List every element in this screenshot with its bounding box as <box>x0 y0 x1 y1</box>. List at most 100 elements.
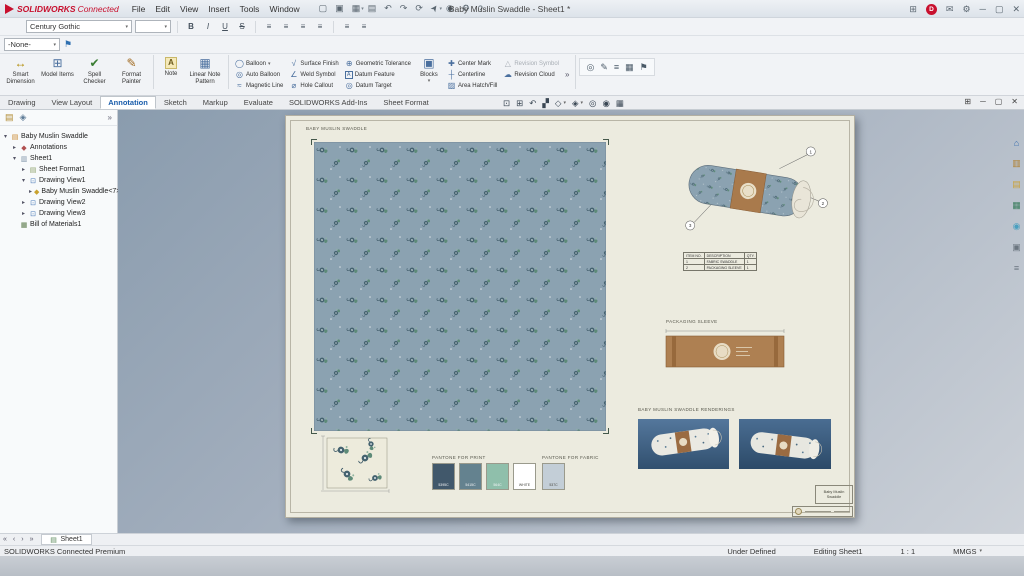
bom-table[interactable]: ITEM NO. DESCRIPTION QTY. 1 FABRIC SWADD… <box>683 252 757 271</box>
menu-insert[interactable]: Insert <box>203 4 234 14</box>
tab-solidworks-add-ins[interactable]: SOLIDWORKS Add-Ins <box>281 96 375 109</box>
pattern-detail-view[interactable] <box>319 434 394 494</box>
status-units[interactable]: MMGS ▾ <box>953 547 982 556</box>
auto-balloon-button[interactable]: ◎ Auto Balloon <box>235 69 283 80</box>
fabric-swatch-view[interactable] <box>314 142 606 431</box>
menu-tools[interactable]: Tools <box>235 4 265 14</box>
hole-callout-button[interactable]: ⌀ Hole Callout <box>289 80 338 91</box>
tab-drawing[interactable]: Drawing <box>0 96 44 109</box>
scene-icon[interactable]: ▦ <box>616 98 624 109</box>
style-select[interactable]: -None- ▾ <box>4 38 60 51</box>
zoom-area-icon[interactable]: ⊞ <box>516 98 523 109</box>
tree-item-sheet-format1[interactable]: ▸ ▤ Sheet Format1 <box>2 164 115 175</box>
area-hatch-button[interactable]: ▨ Area Hatch/Fill <box>447 80 497 91</box>
tree-item-root[interactable]: ▾ ▤ Baby Muslin Swaddle <box>2 131 115 142</box>
bom-row[interactable]: 2 PACKAGING SLEEVE 1 <box>684 265 757 271</box>
doc-minimize-icon[interactable]: ─ <box>980 97 986 106</box>
tab-evaluate[interactable]: Evaluate <box>236 96 281 109</box>
previous-view-icon[interactable]: ↶ <box>529 98 536 109</box>
font-size-select[interactable]: ▾ <box>135 20 171 33</box>
flag-note-icon[interactable]: ⚑ <box>640 62 648 73</box>
new-icon[interactable]: ▢ <box>315 3 332 14</box>
zoom-fit-icon[interactable]: ⊡ <box>503 98 510 109</box>
pantone-chip[interactable]: WHITE <box>513 463 536 490</box>
markup-pencil-icon[interactable]: ✎ <box>600 62 608 73</box>
last-sheet-icon[interactable]: » <box>27 536 37 543</box>
center-mark-button[interactable]: ✚ Center Mark <box>447 58 497 69</box>
home-icon[interactable]: ⌂ <box>1014 138 1019 148</box>
panes-icon[interactable]: ⊞ <box>964 97 971 106</box>
graphics-area[interactable]: BABY MUSLIN SWADDLE <box>118 110 1024 533</box>
rebuild-icon[interactable]: ⟳ <box>411 3 427 14</box>
drawing-sheet[interactable]: BABY MUSLIN SWADDLE <box>285 115 855 518</box>
panel-flyout-icon[interactable]: » <box>108 113 112 122</box>
weld-symbol-button[interactable]: ∠ Weld Symbol <box>289 69 338 80</box>
menu-edit[interactable]: Edit <box>150 4 175 14</box>
view-palette-icon[interactable]: ▦ <box>1012 200 1021 211</box>
tables-icon[interactable]: ▦ <box>625 62 634 73</box>
expander-icon[interactable]: ▾ <box>11 155 18 162</box>
datum-target-button[interactable]: ◎ Datum Target <box>345 80 411 91</box>
close-icon[interactable]: ✕ <box>1012 4 1020 15</box>
hide-show-items-icon[interactable]: ◎ <box>589 98 596 109</box>
pantone-chip[interactable]: 537C <box>542 463 565 490</box>
prev-sheet-icon[interactable]: ‹ <box>10 536 18 543</box>
tab-view-layout[interactable]: View Layout <box>44 96 101 109</box>
tab-sketch[interactable]: Sketch <box>156 96 195 109</box>
status-sheet-scale[interactable]: 1 : 1 <box>901 547 916 556</box>
open-icon[interactable]: ▣ <box>331 3 348 14</box>
centerline-button[interactable]: ┼ Centerline <box>447 69 497 80</box>
surface-finish-button[interactable]: √ Surface Finish <box>289 58 338 69</box>
custom-properties-icon[interactable]: ▣ <box>1012 242 1021 253</box>
pantone-chip[interactable]: 564C <box>486 463 509 490</box>
pantone-chip[interactable]: 5395C <box>432 463 455 490</box>
note-button[interactable]: A Note <box>157 55 185 94</box>
next-sheet-icon[interactable]: › <box>18 536 26 543</box>
tree-item-sheet1[interactable]: ▾ ▥ Sheet1 <box>2 153 115 164</box>
tab-markup[interactable]: Markup <box>195 96 236 109</box>
display-manager-tab-icon[interactable]: ◈ <box>20 112 27 123</box>
tree-item-annotations[interactable]: ▸ ◆ Annotations <box>2 142 115 153</box>
menu-file[interactable]: File <box>127 4 151 14</box>
redo-icon[interactable]: ↷ <box>396 3 412 14</box>
select-icon[interactable]: ➤ <box>426 0 444 18</box>
doc-close-icon[interactable]: ✕ <box>1011 97 1018 106</box>
expander-icon[interactable]: ▸ <box>20 210 27 217</box>
balloon-button[interactable]: ◯ Balloon ▾ <box>235 58 283 69</box>
section-view-icon[interactable]: ▞ <box>542 98 549 109</box>
tree-item-drawing-view2[interactable]: ▸ ⊡ Drawing View2 <box>2 197 115 208</box>
font-family-select[interactable]: Century Gothic ▾ <box>26 20 132 33</box>
expander-icon[interactable]: ▸ <box>11 144 18 151</box>
view-orientation-caret-icon[interactable]: ▾ <box>563 100 566 106</box>
tree-item-drawing-view1[interactable]: ▾ ⊡ Drawing View1 <box>2 175 115 186</box>
file-explorer-icon[interactable]: ▤ <box>1012 179 1021 190</box>
tree-item-part[interactable]: ▸ ◆ Baby Muslin Swaddle<7> <box>2 186 115 197</box>
display-style-icon[interactable]: ◈ <box>572 98 579 109</box>
sheet-title-block[interactable]: Baby Muslin Swaddle <box>815 485 853 504</box>
rendering-image-1[interactable] <box>638 419 729 469</box>
align-right-icon[interactable]: ≡ <box>296 20 310 33</box>
expander-icon[interactable]: ▾ <box>2 133 9 140</box>
display-style-caret-icon[interactable]: ▾ <box>581 100 584 106</box>
blocks-button[interactable]: ▣ Blocks ▾ <box>414 55 444 94</box>
print-icon[interactable]: ▤ <box>364 3 381 14</box>
undo-icon[interactable]: ↶ <box>380 3 396 14</box>
ribbon-overflow-chevron[interactable]: » <box>562 70 572 79</box>
expander-icon[interactable]: ▸ <box>20 166 27 173</box>
bold-button[interactable]: B <box>184 20 198 33</box>
settings-icon[interactable]: ⚙ <box>962 4 970 15</box>
italic-button[interactable]: I <box>201 20 215 33</box>
product-render-view[interactable]: 1 2 3 <box>678 140 830 247</box>
apps-icon[interactable]: ⊞ <box>909 4 917 15</box>
notifications-icon[interactable]: ✉ <box>946 4 954 15</box>
smart-dimension-button[interactable]: ↔ Smart Dimension <box>2 55 39 94</box>
geometric-tolerance-button[interactable]: ⊕ Geometric Tolerance <box>345 58 411 69</box>
underline-button[interactable]: U <box>218 20 232 33</box>
pantone-chip[interactable]: 5415C <box>459 463 482 490</box>
tree-item-drawing-view3[interactable]: ▸ ⊡ Drawing View3 <box>2 208 115 219</box>
justify-icon[interactable]: ≡ <box>313 20 327 33</box>
appearances-scenes-icon[interactable]: ◉ <box>1013 221 1021 232</box>
tab-annotation[interactable]: Annotation <box>100 96 156 109</box>
feature-tree-tab-icon[interactable]: ▤ <box>5 112 14 123</box>
layers-icon[interactable]: ≡ <box>614 62 619 72</box>
